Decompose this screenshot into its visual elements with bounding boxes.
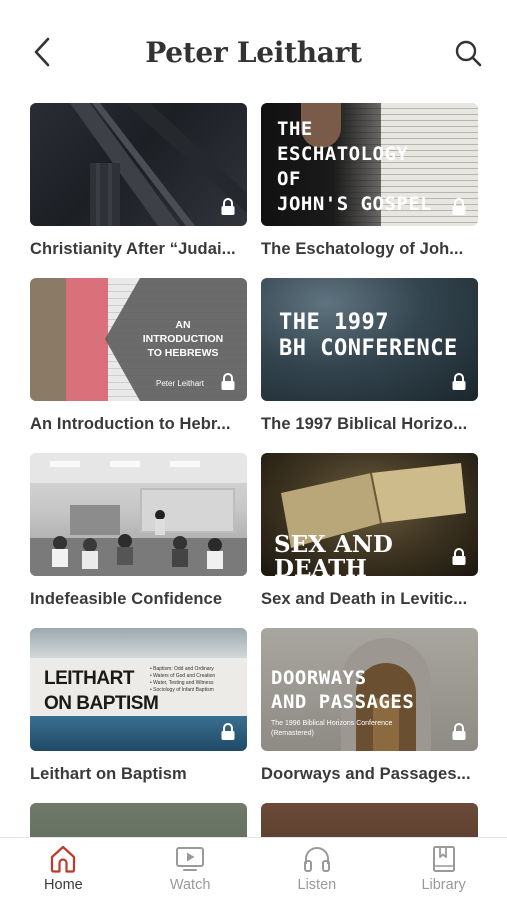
columns-graphic [70, 103, 247, 226]
thumb-subtitle: The 1996 Biblical Horizons Conference (R… [271, 720, 393, 737]
thumb-title: SEX AND DEATH [274, 531, 393, 577]
card-thumbnail: AN INTRODUCTION TO HEBREWS Peter Leithar… [30, 278, 247, 401]
card-thumbnail [261, 803, 478, 837]
thumb-title: DOORWAYS AND PASSAGES [271, 667, 415, 713]
content-card[interactable] [261, 803, 478, 837]
tab-label: Watch [169, 877, 211, 893]
tab-listen[interactable]: Listen [254, 838, 381, 900]
content-card[interactable]: THE 1997 BH CONFERENCE The 1997 Biblical… [261, 278, 478, 434]
lock-icon [452, 548, 466, 565]
card-title: Doorways and Passages... [261, 765, 471, 783]
card-title: Christianity After “Judai... [30, 240, 236, 258]
bookmark-book-icon [432, 846, 455, 872]
thumb-title: THE ESCHATOLOGY OF JOHN'S GOSPEL [277, 118, 433, 215]
card-title: An Introduction to Hebr... [30, 415, 231, 433]
tab-home[interactable]: Home [0, 838, 127, 900]
content-card[interactable]: AN INTRODUCTION TO HEBREWS Peter Leithar… [30, 278, 247, 434]
content-card[interactable]: Christianity After “Judai... [30, 103, 247, 259]
play-icon [176, 847, 205, 871]
card-thumbnail: THE 1997 BH CONFERENCE [261, 278, 478, 401]
card-thumbnail: DOORWAYS AND PASSAGES The 1996 Biblical … [261, 628, 478, 751]
card-thumbnail: SEX AND DEATH [261, 453, 478, 576]
card-thumbnail [30, 103, 247, 226]
card-title: The Eschatology of Joh... [261, 240, 464, 258]
content-card[interactable]: Indefeasible Confidence [30, 453, 247, 609]
lock-icon [452, 198, 466, 215]
card-title: Sex and Death in Levitic... [261, 590, 468, 608]
card-thumbnail [30, 803, 247, 837]
card-title: Leithart on Baptism [30, 765, 187, 783]
tab-label: Library [421, 877, 466, 893]
lock-icon [221, 373, 235, 390]
headphones-icon [303, 847, 330, 872]
content-card[interactable]: DOORWAYS AND PASSAGES The 1996 Biblical … [261, 628, 478, 784]
card-thumbnail: LEITHART ON BAPTISM • Baptism: Odd and O… [30, 628, 247, 751]
search-icon [455, 40, 482, 67]
content-card[interactable]: SEX AND DEATH Sex and Death in Levitic..… [261, 453, 478, 609]
tab-watch[interactable]: Watch [127, 838, 254, 900]
home-icon [51, 845, 76, 873]
lock-icon [221, 198, 235, 215]
card-title: The 1997 Biblical Horizo... [261, 415, 468, 433]
lock-icon [452, 723, 466, 740]
search-button[interactable] [451, 36, 485, 70]
thumb-topics: • Baptism: Odd and Ordinary • Waters of … [150, 666, 216, 693]
tab-library[interactable]: Library [380, 838, 507, 900]
sky-graphic [30, 628, 247, 658]
card-thumbnail [30, 453, 247, 576]
thumb-title: LEITHART ON BAPTISM [44, 668, 159, 714]
content-grid: Christianity After “Judai... THE ESCHATO… [30, 103, 478, 837]
thumb-title: THE 1997 BH CONFERENCE [279, 310, 458, 361]
header: Peter Leithart [0, 0, 507, 100]
thumb-author: Peter Leithart [156, 379, 205, 388]
content-card[interactable]: THE ESCHATOLOGY OF JOHN'S GOSPEL The Esc… [261, 103, 478, 259]
lock-icon [221, 723, 235, 740]
classroom-photo-graphic [30, 453, 247, 576]
sea-graphic [30, 716, 247, 751]
tab-label: Home [44, 877, 83, 893]
tab-bar: Home Watch Listen Library [0, 837, 507, 900]
card-title: Indefeasible Confidence [30, 590, 223, 608]
content-card[interactable] [30, 803, 247, 837]
page-title: Peter Leithart [145, 36, 362, 69]
thumb-title: AN INTRODUCTION TO HEBREWS [142, 319, 224, 359]
lock-icon [452, 373, 466, 390]
content-card[interactable]: LEITHART ON BAPTISM • Baptism: Odd and O… [30, 628, 247, 784]
card-thumbnail: THE ESCHATOLOGY OF JOHN'S GOSPEL [261, 103, 478, 226]
tab-label: Listen [297, 877, 337, 893]
